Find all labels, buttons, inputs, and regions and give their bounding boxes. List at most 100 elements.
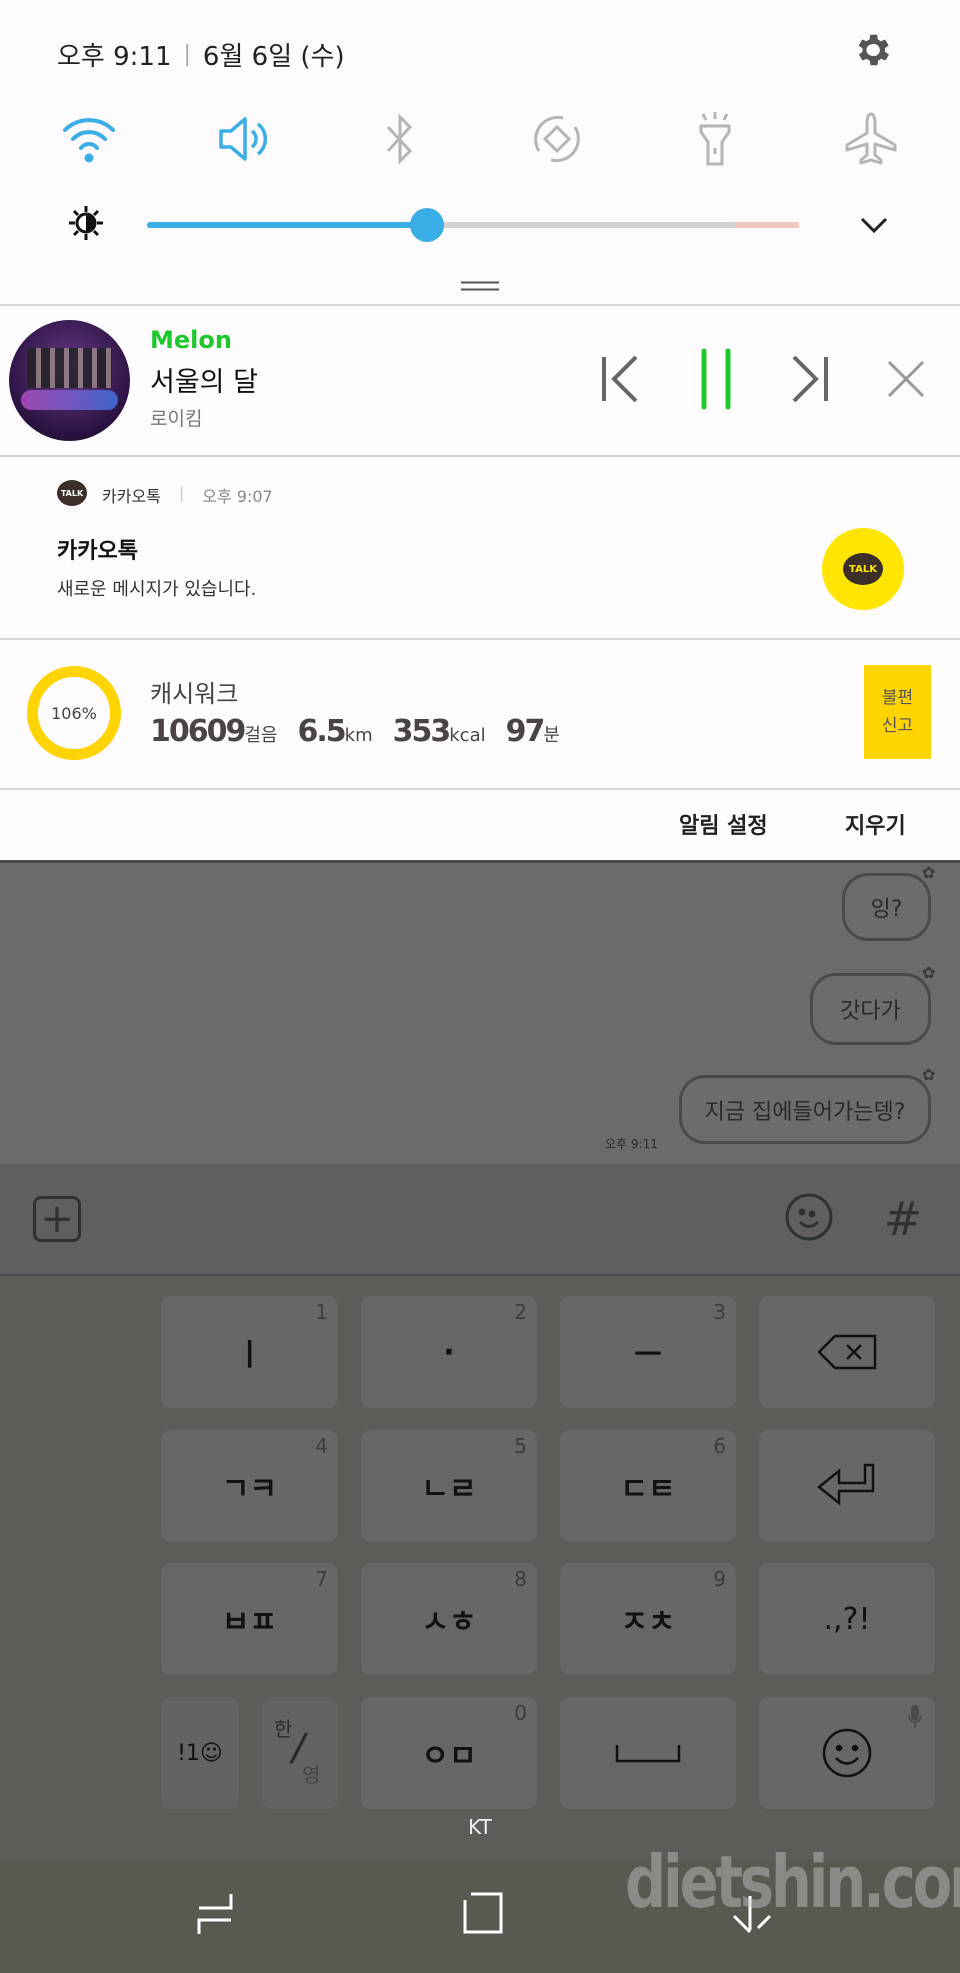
key-label: ㅇㅁ [421, 1739, 477, 1774]
notification-actions: 알림 설정 지우기 [0, 788, 960, 860]
key-number: 1 [315, 1300, 328, 1324]
kakao-header: 카카오톡 | 오후 9:07 [102, 483, 273, 507]
key-number: 4 [315, 1434, 328, 1458]
language-toggle-key[interactable]: 한 / 영 [262, 1697, 338, 1809]
key-3[interactable]: ㅡ3 [560, 1296, 736, 1408]
kakaotalk-small-icon: TALK [57, 480, 87, 506]
key-number: 7 [315, 1567, 328, 1591]
status-date[interactable]: 6월 6일 (수) [203, 36, 345, 73]
kakaotalk-bubble-label: TALK [843, 553, 883, 585]
report-label-1: 불편 [881, 688, 914, 708]
key-2[interactable]: · 2 [361, 1296, 537, 1408]
key-label: ㅈㅊ [620, 1605, 676, 1640]
space-key[interactable] [560, 1697, 736, 1809]
key-number: 8 [514, 1567, 527, 1591]
chat-bubble[interactable]: 갓다가 [810, 973, 931, 1045]
key-0[interactable]: ㅇㅁ 0 [361, 1697, 537, 1809]
expand-chevron-down-icon[interactable] [859, 215, 889, 239]
drag-handle[interactable] [461, 281, 499, 291]
kcal-value: 353 [392, 714, 452, 749]
key-label: ㄴㄹ [421, 1472, 477, 1507]
enter-icon [817, 1463, 875, 1506]
key-5[interactable]: ㄴㄹ 5 [361, 1430, 537, 1542]
key-label: ㅅㅎ [421, 1605, 477, 1640]
report-button[interactable]: 불편 신고 [864, 665, 931, 759]
key-8[interactable]: ㅅㅎ 8 [361, 1563, 537, 1675]
song-artist: 로이킴 [150, 408, 203, 430]
wifi-icon[interactable] [61, 114, 117, 168]
close-icon[interactable] [886, 359, 926, 403]
lang-ko-label: 한 [274, 1717, 293, 1741]
key-number: 5 [514, 1434, 527, 1458]
airplane-icon[interactable] [843, 111, 899, 171]
key-label: · [443, 1334, 455, 1370]
key-label: .,?! [823, 1601, 871, 1637]
backspace-icon [817, 1334, 877, 1370]
home-icon[interactable] [463, 1892, 503, 1940]
space-icon [615, 1745, 681, 1763]
minutes-unit: 분 [543, 725, 560, 746]
recent-apps-icon[interactable] [195, 1892, 235, 1940]
attach-plus-icon[interactable]: + [33, 1196, 81, 1242]
symbols-key[interactable]: !1☺ [161, 1697, 239, 1809]
melon-logo: Melon [150, 326, 232, 354]
status-time: 오후 9:11 [57, 42, 172, 72]
carrier-label: KT [468, 1815, 492, 1839]
flower-icon: ✿ [922, 863, 936, 882]
chat-message-text: 잉? [870, 897, 903, 922]
sound-icon[interactable] [216, 111, 272, 171]
key-label: ㅂㅍ [221, 1605, 278, 1640]
chat-bubble[interactable]: 지금 집에들어가는뎅? [679, 1075, 931, 1144]
status-separator: | [183, 42, 191, 67]
key-4[interactable]: ㄱㅋ 4 [161, 1430, 338, 1542]
next-track-icon[interactable] [786, 354, 832, 408]
flashlight-icon[interactable] [693, 110, 737, 172]
key-9[interactable]: ㅈㅊ 9 [560, 1563, 736, 1675]
brightness-slider-thumb[interactable] [410, 208, 445, 242]
key-label: !1☺ [177, 1740, 223, 1766]
cashwalk-title: 캐시워크 [150, 680, 239, 708]
key-number: 3 [713, 1300, 726, 1324]
chat-message-text: 갓다가 [840, 999, 901, 1024]
flower-icon: ✿ [922, 963, 936, 982]
cashwalk-notification[interactable]: 106% 캐시워크 10609 걸음 6.5 km 353 kcal 97 분 … [0, 638, 960, 788]
kakao-app-name: 카카오톡 [102, 487, 161, 506]
melon-notification[interactable]: Melon 서울의 달 로이킴 [0, 304, 960, 455]
backspace-key[interactable] [759, 1296, 935, 1408]
previous-track-icon[interactable] [598, 354, 644, 408]
kakao-title: 카카오톡 [57, 539, 138, 564]
smiley-icon [822, 1728, 872, 1778]
clear-all-button[interactable]: 지우기 [845, 808, 906, 840]
minutes-value: 97 [505, 714, 546, 749]
punctuation-key[interactable]: .,?! [759, 1563, 935, 1675]
emoticon-icon[interactable] [784, 1192, 834, 1246]
lang-en-label: 영 [302, 1763, 321, 1787]
song-title: 서울의 달 [150, 367, 258, 398]
distance-unit: km [344, 725, 373, 746]
auto-rotate-icon[interactable] [529, 111, 585, 171]
enter-key[interactable] [759, 1430, 935, 1542]
pause-icon[interactable] [696, 347, 736, 415]
watermark-logo: dietshin.com [625, 1840, 960, 1924]
brightness-slider-fill [147, 222, 428, 228]
keyboard: ㅣ1 · 2 ㅡ3 ㄱㅋ 4 ㄴㄹ 5 ㄷㅌ 6 ㅂㅍ 7 ㅅㅎ 8 ㅈㅊ 9 .,?! !1… [0, 1274, 960, 1860]
kakao-time: 오후 9:07 [202, 487, 273, 506]
key-6[interactable]: ㄷㅌ 6 [560, 1430, 736, 1542]
notification-settings-button[interactable]: 알림 설정 [679, 808, 768, 840]
flower-icon: ✿ [922, 1065, 936, 1084]
steps-unit: 걸음 [244, 725, 278, 746]
chat-input-bar: + # [0, 1164, 960, 1274]
kakaotalk-app-icon: TALK [822, 528, 904, 610]
brightness-slider[interactable] [147, 208, 799, 242]
chat-bubble[interactable]: 잉? [842, 873, 931, 941]
key-1[interactable]: ㅣ1 [161, 1296, 338, 1408]
settings-gear-icon[interactable] [851, 29, 893, 75]
album-art [9, 320, 130, 441]
kakaotalk-notification[interactable]: TALK 카카오톡 | 오후 9:07 카카오톡 새로운 메시지가 있습니다. … [0, 455, 960, 638]
hashtag-search-icon[interactable]: # [884, 1192, 923, 1246]
step-progress-percent: 106% [51, 703, 97, 723]
key-7[interactable]: ㅂㅍ 7 [161, 1563, 338, 1675]
bluetooth-icon[interactable] [382, 112, 418, 170]
emoji-key[interactable] [759, 1697, 935, 1809]
key-label: ㄷㅌ [620, 1472, 676, 1507]
